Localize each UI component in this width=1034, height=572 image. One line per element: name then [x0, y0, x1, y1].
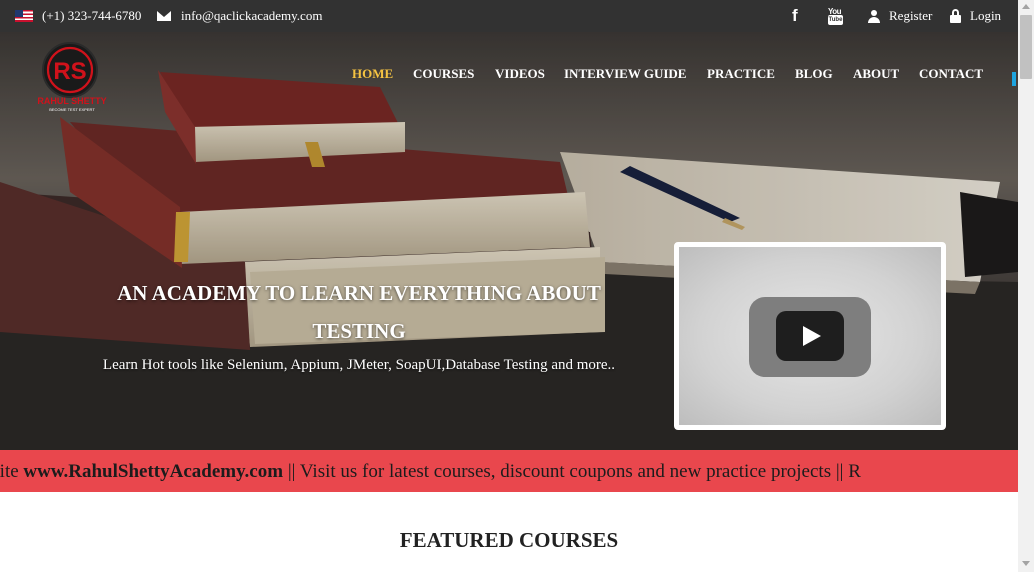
register-link[interactable]: Register — [868, 0, 932, 32]
email-address[interactable]: info@qaclickacademy.com — [181, 8, 322, 24]
us-flag-icon — [15, 10, 33, 22]
scroll-up-arrow-icon[interactable] — [1022, 4, 1030, 9]
youtube-glyph-box: Tube — [828, 15, 843, 25]
phone-contact: (+1) 323-744-6780 — [15, 0, 141, 32]
nav-practice[interactable]: PRACTICE — [707, 66, 775, 82]
facebook-glyph: f — [792, 6, 798, 25]
scroll-thumb[interactable] — [1020, 15, 1032, 79]
login-link[interactable]: Login — [950, 0, 1001, 32]
register-label[interactable]: Register — [889, 8, 932, 24]
nav-home[interactable]: HOME — [352, 66, 393, 82]
video-play-frame — [749, 297, 871, 377]
nav-interview-guide[interactable]: INTERVIEW GUIDE — [564, 66, 686, 82]
marquee-text-after: || Visit us for latest courses, discount… — [283, 461, 861, 482]
hero-title-line-1: AN ACADEMY TO LEARN EVERYTHING ABOUT — [117, 281, 601, 305]
nav-courses[interactable]: COURSES — [413, 66, 474, 82]
youtube-glyph: You Tube — [828, 7, 843, 25]
hero-title-line-2: TESTING — [312, 319, 406, 343]
login-label[interactable]: Login — [970, 8, 1001, 24]
nav-edge-accent — [1012, 72, 1016, 86]
envelope-icon — [157, 11, 171, 21]
announcement-marquee: ed to new website www.RahulShettyAcademy… — [0, 450, 1010, 492]
youtube-icon[interactable]: You Tube — [828, 0, 843, 32]
hero-section: RS RAHUL SHETTY BECOME TEST EXPERT HOME … — [0, 32, 1018, 450]
hero-subtitle: Learn Hot tools like Selenium, Appium, J… — [102, 357, 616, 373]
marquee-text: ed to new website www.RahulShettyAcademy… — [0, 450, 861, 492]
hero-title: AN ACADEMY TO LEARN EVERYTHING ABOUT TES… — [84, 274, 634, 350]
email-contact[interactable]: info@qaclickacademy.com — [157, 0, 322, 32]
rahul-shetty-logo[interactable]: RS RAHUL SHETTY BECOME TEST EXPERT — [36, 40, 112, 114]
featured-courses-heading: FEATURED COURSES — [399, 528, 619, 552]
scroll-down-arrow-icon[interactable] — [1022, 561, 1030, 566]
top-bar: (+1) 323-744-6780 info@qaclickacademy.co… — [0, 0, 1018, 32]
nav-blog[interactable]: BLOG — [795, 66, 833, 82]
logo-monogram: RS — [53, 58, 86, 85]
logo-tagline: BECOME TEST EXPERT — [49, 107, 95, 112]
nav-about[interactable]: ABOUT — [853, 66, 899, 82]
lock-icon — [950, 9, 961, 23]
play-icon — [803, 326, 821, 346]
marquee-edge — [1010, 450, 1018, 492]
play-button[interactable] — [776, 311, 844, 361]
logo-name: RAHUL SHETTY — [37, 96, 106, 106]
intro-video-player[interactable] — [674, 242, 946, 430]
facebook-icon[interactable]: f — [792, 0, 798, 32]
user-icon — [868, 9, 880, 23]
marquee-text-before: ed to new website — [0, 461, 19, 482]
nav-contact[interactable]: CONTACT — [919, 66, 983, 82]
nav-videos[interactable]: VIDEOS — [495, 66, 545, 82]
phone-number: (+1) 323-744-6780 — [42, 8, 142, 23]
marquee-website-link[interactable]: www.RahulShettyAcademy.com — [23, 461, 283, 482]
page-scrollbar[interactable] — [1018, 0, 1034, 572]
